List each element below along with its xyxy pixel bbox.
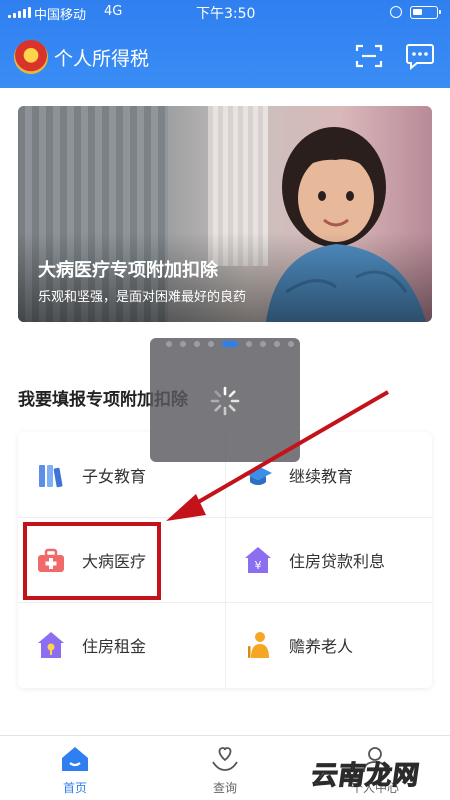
elderly-person-icon (248, 631, 269, 658)
tab-query[interactable]: 查询 (150, 736, 300, 800)
item-label: 住房贷款利息 (289, 551, 386, 571)
promo-banner[interactable]: 大病医疗专项附加扣除 乐观和坚强，是面对困难最好的良药 (18, 106, 432, 322)
annotation-highlight-box (23, 522, 161, 600)
tab-label: 首页 (62, 781, 87, 795)
signal-strength-icon (8, 7, 31, 18)
item-housing-loan-interest[interactable]: ¥ 住房贷款利息 (225, 517, 432, 602)
loading-spinner-icon (210, 386, 240, 416)
svg-text:¥: ¥ (255, 559, 262, 572)
status-bar: 中国移动 4G 下午3:50 (0, 0, 450, 26)
carrier-label: 中国移动 (34, 8, 87, 23)
item-housing-rent[interactable]: 住房租金 (18, 602, 225, 687)
loading-overlay (150, 338, 300, 462)
item-label: 子女教育 (82, 466, 147, 486)
heart-hand-icon (212, 747, 238, 771)
scan-icon[interactable] (355, 43, 383, 69)
books-icon (39, 464, 63, 487)
house-key-icon (38, 631, 64, 658)
item-label: 住房租金 (82, 636, 147, 656)
message-icon[interactable] (405, 42, 435, 70)
network-type: 4G (104, 4, 123, 19)
item-label: 继续教育 (289, 466, 354, 486)
item-label: 赡养老人 (289, 636, 354, 656)
tab-home[interactable]: 首页 (0, 736, 150, 800)
item-elderly-support[interactable]: 赡养老人 (225, 602, 432, 687)
battery-icon (410, 6, 441, 19)
graduation-cap-icon (244, 465, 272, 485)
orientation-lock-icon (390, 6, 402, 18)
watermark-text: 云南龙网 (309, 760, 422, 791)
status-time: 下午3:50 (196, 6, 256, 22)
home-icon (62, 747, 88, 771)
house-yen-icon: ¥ (245, 546, 271, 573)
tab-label: 查询 (212, 781, 237, 795)
banner-title: 大病医疗专项附加扣除 (38, 260, 218, 281)
banner-subtitle: 乐观和坚强，是面对困难最好的良药 (38, 290, 247, 305)
carousel-indicator (166, 341, 294, 347)
app-header: 中国移动 4G 下午3:50 个人所得税 (0, 0, 450, 88)
tax-emblem-icon (14, 40, 48, 74)
app-title: 个人所得税 (54, 48, 150, 70)
